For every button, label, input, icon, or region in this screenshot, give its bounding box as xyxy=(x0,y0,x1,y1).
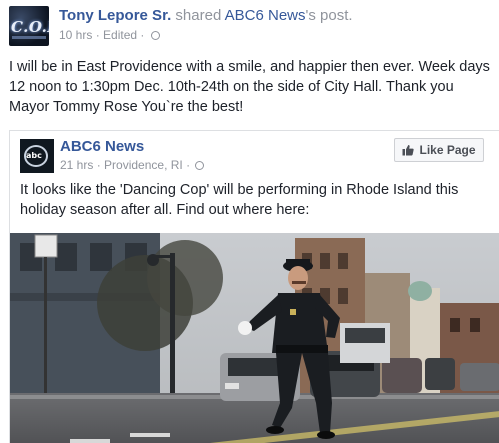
like-page-button[interactable]: Like Page xyxy=(394,138,484,162)
facebook-post: C.O.P. Tony Lepore Sr. shared ABC6 News'… xyxy=(0,0,499,443)
post-meta: 10 hrs · Edited · xyxy=(59,28,160,42)
globe-icon[interactable] xyxy=(195,161,205,170)
poster-avatar[interactable]: C.O.P. xyxy=(9,6,49,46)
shared-page-link[interactable]: ABC6 News xyxy=(225,7,306,24)
post-body-text: I will be in East Providence with a smil… xyxy=(9,59,490,115)
card-timestamp[interactable]: 21 hrs xyxy=(60,158,93,172)
globe-icon[interactable] xyxy=(150,31,160,40)
edited-label[interactable]: Edited xyxy=(103,28,137,42)
meta-separator: · xyxy=(96,158,105,172)
thumbs-up-icon xyxy=(402,145,415,156)
dancing-cop-photo[interactable] xyxy=(10,233,499,443)
photo-image xyxy=(10,233,499,443)
meta-separator: · xyxy=(186,158,194,172)
avatar-logo-text: C.O.P. xyxy=(11,18,49,36)
poster-name-link[interactable]: Tony Lepore Sr. xyxy=(59,7,171,24)
like-page-label: Like Page xyxy=(419,143,476,157)
card-meta: 21 hrs · Providence, RI · xyxy=(60,158,205,172)
avatar-logo-text: abc xyxy=(26,151,42,160)
card-body-text: It looks like the 'Dancing Cop' will be … xyxy=(20,182,459,218)
page-avatar[interactable]: abc xyxy=(20,139,54,173)
meta-separator: · xyxy=(95,28,104,42)
post-link[interactable]: 's post. xyxy=(306,7,353,24)
page-name-link[interactable]: ABC6 News xyxy=(60,138,144,155)
post-timestamp[interactable]: 10 hrs xyxy=(59,28,92,42)
shared-word: shared xyxy=(175,7,222,24)
card-location[interactable]: Providence, RI xyxy=(104,158,183,172)
post-header: Tony Lepore Sr. shared ABC6 News's post. xyxy=(59,7,353,24)
shared-post-card: abc ABC6 News 21 hrs · Providence, RI · … xyxy=(9,130,499,443)
avatar-logo-bar xyxy=(12,36,46,39)
meta-separator: · xyxy=(140,28,148,42)
